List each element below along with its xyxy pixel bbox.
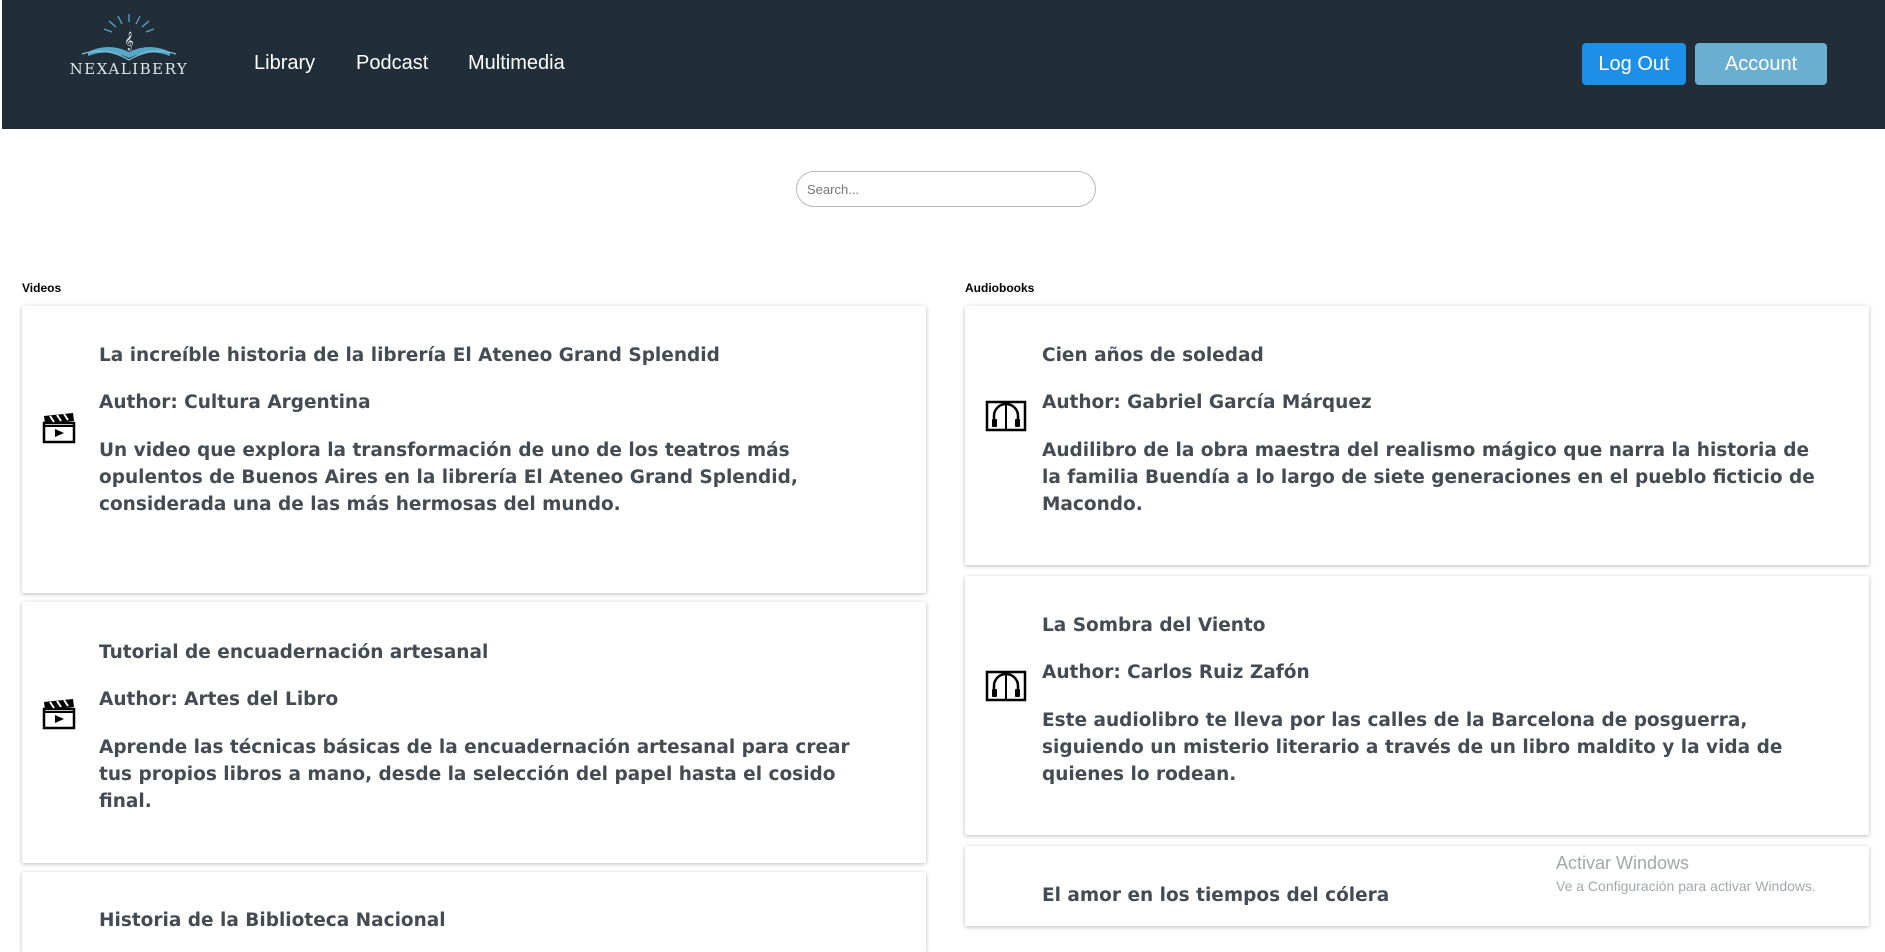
card-title[interactable]: La Sombra del Viento: [1042, 615, 1829, 636]
top-navbar: 𝄞 NEXALIBERY Library Podcast Multimedia …: [2, 0, 1885, 129]
nav-multimedia[interactable]: Multimedia: [468, 52, 565, 75]
audiobook-icon: [985, 670, 1027, 702]
video-card[interactable]: La increíble historia de la librería El …: [22, 306, 926, 593]
search-input[interactable]: [796, 171, 1096, 207]
nav-podcast[interactable]: Podcast: [356, 52, 428, 75]
card-description: Aprende las técnicas básicas de la encua…: [99, 737, 850, 812]
card-author: Author: Carlos Ruiz Zafón: [1042, 662, 1310, 683]
clapperboard-icon: [42, 413, 76, 444]
card-description: Este audiolibro te lleva por las calles …: [1042, 710, 1783, 785]
card-title[interactable]: Tutorial de encuadernación artesanal: [99, 642, 886, 663]
watermark-title: Activar Windows: [1556, 853, 1690, 873]
site-logo[interactable]: 𝄞 NEXALIBERY: [68, 12, 190, 82]
video-card[interactable]: Historia de la Biblioteca Nacional: [22, 872, 926, 952]
card-title[interactable]: Historia de la Biblioteca Nacional: [99, 910, 886, 931]
card-author: Author: Artes del Libro: [99, 689, 339, 710]
audiobook-card[interactable]: Cien años de soledad Author: Gabriel Gar…: [965, 306, 1869, 565]
audiobook-icon: [985, 400, 1027, 432]
card-author: Author: Cultura Argentina: [99, 392, 371, 413]
logout-button[interactable]: Log Out: [1582, 43, 1686, 85]
nav-library[interactable]: Library: [254, 52, 315, 75]
card-description: Audilibro de la obra maestra del realism…: [1042, 440, 1815, 515]
svg-text:𝄞: 𝄞: [124, 31, 133, 51]
card-title[interactable]: La increíble historia de la librería El …: [99, 345, 886, 366]
card-author: Author: Gabriel García Márquez: [1042, 392, 1372, 413]
logo-text: NEXALIBERY: [69, 60, 189, 78]
audiobook-card[interactable]: La Sombra del Viento Author: Carlos Ruiz…: [965, 576, 1869, 835]
video-card[interactable]: Tutorial de encuadernación artesanal Aut…: [22, 602, 926, 863]
windows-activation-watermark: Activar Windows Ve a Configuración para …: [1556, 853, 1816, 894]
watermark-subtitle: Ve a Configuración para activar Windows.: [1556, 878, 1816, 894]
card-title[interactable]: Cien años de soledad: [1042, 345, 1829, 366]
clapperboard-icon: [42, 699, 76, 730]
videos-section-title: Videos: [22, 281, 62, 295]
audiobooks-section-title: Audiobooks: [965, 281, 1035, 295]
book-logo-icon: 𝄞: [81, 14, 177, 61]
account-button[interactable]: Account: [1695, 43, 1827, 85]
card-description: Un video que explora la transformación d…: [99, 440, 798, 515]
